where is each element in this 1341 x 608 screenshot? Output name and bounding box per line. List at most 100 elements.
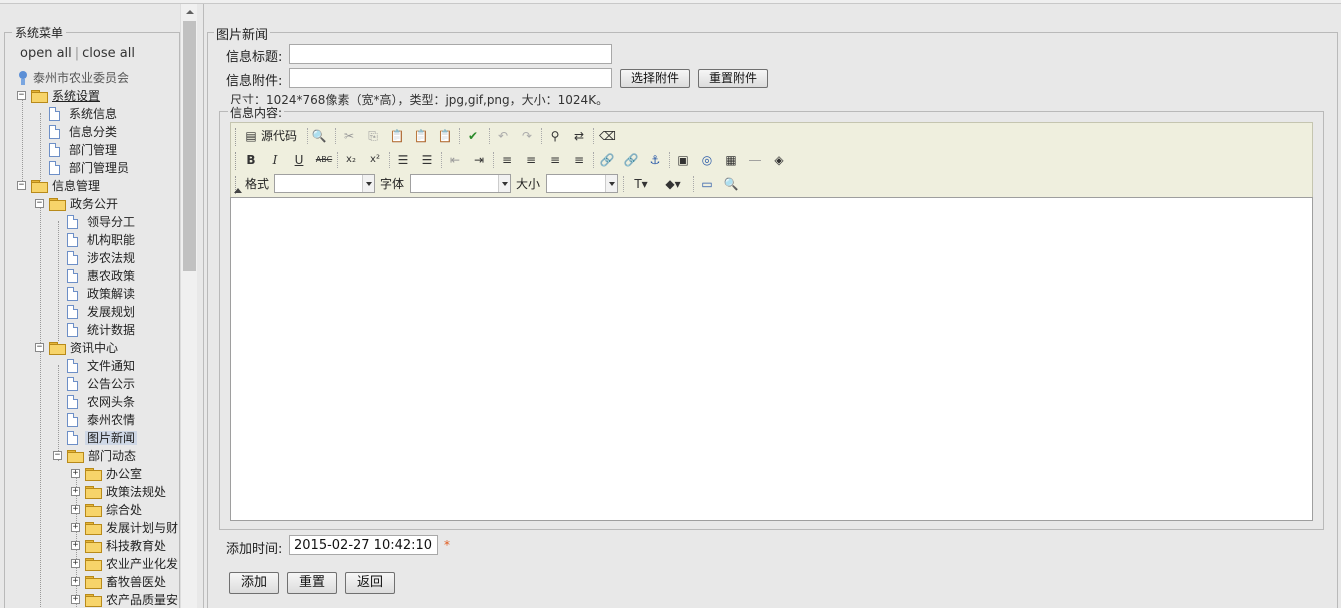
tree-item[interactable]: 领导分工 (67, 213, 137, 231)
unlink-icon[interactable]: 🔗 (623, 152, 639, 168)
tree-root[interactable]: 泰州市农业委员会 (17, 69, 131, 87)
tree-folder[interactable]: + 农产品质量安 (71, 591, 180, 608)
indent-icon[interactable]: ⇥ (471, 152, 487, 168)
toolbar-grip[interactable] (235, 152, 238, 170)
source-icon[interactable]: ▤ (243, 128, 259, 144)
text-color-icon[interactable]: T▾ (629, 176, 653, 192)
toolbar-grip[interactable] (235, 128, 238, 146)
cut-icon[interactable]: ✂ (341, 128, 357, 144)
collapse-toggle-icon[interactable]: − (35, 343, 44, 352)
tree-item[interactable]: 惠农政策 (67, 267, 137, 285)
paste-word-icon[interactable]: 📋 (437, 128, 453, 144)
maximize-icon[interactable]: ▭ (699, 176, 715, 192)
spellcheck-icon[interactable]: ✔ (465, 128, 481, 144)
align-right-icon[interactable]: ≡ (547, 152, 563, 168)
table-icon[interactable]: ▦ (723, 152, 739, 168)
tree-folder[interactable]: + 科技教育处 (71, 537, 168, 555)
expand-toggle-icon[interactable]: + (71, 469, 80, 478)
copy-icon[interactable]: ⎘ (365, 128, 381, 144)
collapse-toggle-icon[interactable]: − (35, 199, 44, 208)
tree-folder-info-manage[interactable]: − 信息管理 (17, 177, 102, 195)
subscript-icon[interactable]: x₂ (343, 152, 359, 168)
bold-icon[interactable]: B (243, 152, 259, 168)
expand-toggle-icon[interactable]: + (71, 487, 80, 496)
time-input[interactable] (289, 535, 438, 555)
redo-icon[interactable]: ↷ (519, 128, 535, 144)
show-blocks-icon[interactable]: 🔍 (723, 176, 739, 192)
tree-item[interactable]: 统计数据 (67, 321, 137, 339)
scroll-up-arrow-icon[interactable] (181, 4, 198, 20)
choose-attachment-button[interactable]: 选择附件 (620, 69, 690, 88)
back-button[interactable]: 返回 (345, 572, 395, 594)
frame-divider[interactable] (203, 4, 204, 608)
paste-icon[interactable]: 📋 (389, 128, 405, 144)
format-select[interactable] (274, 174, 375, 193)
tree-folder[interactable]: + 农业产业化发 (71, 555, 180, 573)
background-color-icon[interactable]: ◆▾ (661, 176, 685, 192)
paste-text-icon[interactable]: 📋 (413, 128, 429, 144)
expand-toggle-icon[interactable]: + (71, 523, 80, 532)
tree-folder-gov-open[interactable]: − 政务公开 (35, 195, 120, 213)
image-icon[interactable]: ▣ (675, 152, 691, 168)
font-select[interactable] (410, 174, 511, 193)
align-justify-icon[interactable]: ≡ (571, 152, 587, 168)
reset-attachment-button[interactable]: 重置附件 (698, 69, 768, 88)
link-icon[interactable]: 🔗 (599, 152, 615, 168)
close-all-link[interactable]: close all (82, 46, 135, 61)
tree-folder[interactable]: + 综合处 (71, 501, 144, 519)
add-button[interactable]: 添加 (229, 572, 279, 594)
tree-folder[interactable]: + 畜牧兽医处 (71, 573, 168, 591)
expand-toggle-icon[interactable]: + (71, 577, 80, 586)
collapse-toggle-icon[interactable]: − (53, 451, 62, 460)
attachment-input[interactable] (289, 68, 612, 88)
tree-folder-dept-news[interactable]: − 部门动态 (53, 447, 138, 465)
align-center-icon[interactable]: ≡ (523, 152, 539, 168)
open-all-link[interactable]: open all (20, 46, 72, 61)
sidebar-scrollbar[interactable] (180, 4, 197, 608)
expand-toggle-icon[interactable]: + (71, 559, 80, 568)
source-button[interactable]: 源代码 (261, 128, 297, 144)
tree-item-dept-admin[interactable]: 部门管理员 (49, 159, 131, 177)
expand-toggle-icon[interactable]: + (71, 541, 80, 550)
tree-folder-news-center[interactable]: − 资讯中心 (35, 339, 120, 357)
tree-item[interactable]: 发展规划 (67, 303, 137, 321)
size-select[interactable] (546, 174, 618, 193)
replace-icon[interactable]: ⇄ (571, 128, 587, 144)
tree-item-system-info[interactable]: 系统信息 (49, 105, 119, 123)
italic-icon[interactable]: I (267, 152, 283, 168)
expand-toggle-icon[interactable]: + (71, 505, 80, 514)
tree-item[interactable]: 机构职能 (67, 231, 137, 249)
special-char-icon[interactable]: ◈ (771, 152, 787, 168)
tree-folder-system-settings[interactable]: − 系统设置 (17, 87, 102, 105)
toolbar-collapse-icon[interactable] (234, 188, 242, 193)
anchor-icon[interactable]: ⚓ (647, 152, 663, 168)
chevron-down-icon[interactable] (605, 175, 617, 192)
collapse-toggle-icon[interactable]: − (17, 91, 26, 100)
tree-folder[interactable]: + 发展计划与财 (71, 519, 180, 537)
tree-item-dept-manage[interactable]: 部门管理 (49, 141, 119, 159)
flash-icon[interactable]: ◎ (699, 152, 715, 168)
tree-item[interactable]: 政策解读 (67, 285, 137, 303)
tree-item[interactable]: 涉农法规 (67, 249, 137, 267)
collapse-toggle-icon[interactable]: − (17, 181, 26, 190)
remove-format-icon[interactable]: ⌫ (599, 128, 616, 144)
find-icon[interactable]: ⚲ (547, 128, 563, 144)
tree-item[interactable]: 文件通知 (67, 357, 137, 375)
reset-button[interactable]: 重置 (287, 572, 337, 594)
tree-item[interactable]: 泰州农情 (67, 411, 137, 429)
align-left-icon[interactable]: ≡ (499, 152, 515, 168)
tree-item[interactable]: 农网头条 (67, 393, 137, 411)
undo-icon[interactable]: ↶ (495, 128, 511, 144)
superscript-icon[interactable]: x² (367, 152, 383, 168)
preview-icon[interactable]: 🔍 (311, 128, 327, 144)
numbered-list-icon[interactable]: ☰ (395, 152, 411, 168)
editor-content-area[interactable] (230, 197, 1313, 521)
scroll-thumb[interactable] (183, 21, 196, 271)
underline-icon[interactable]: U (291, 152, 307, 168)
tree-folder[interactable]: + 办公室 (71, 465, 144, 483)
bulleted-list-icon[interactable]: ☰ (419, 152, 435, 168)
outdent-icon[interactable]: ⇤ (447, 152, 463, 168)
expand-toggle-icon[interactable]: + (71, 595, 80, 604)
title-input[interactable] (289, 44, 612, 64)
strikethrough-icon[interactable]: ABC (313, 152, 335, 168)
